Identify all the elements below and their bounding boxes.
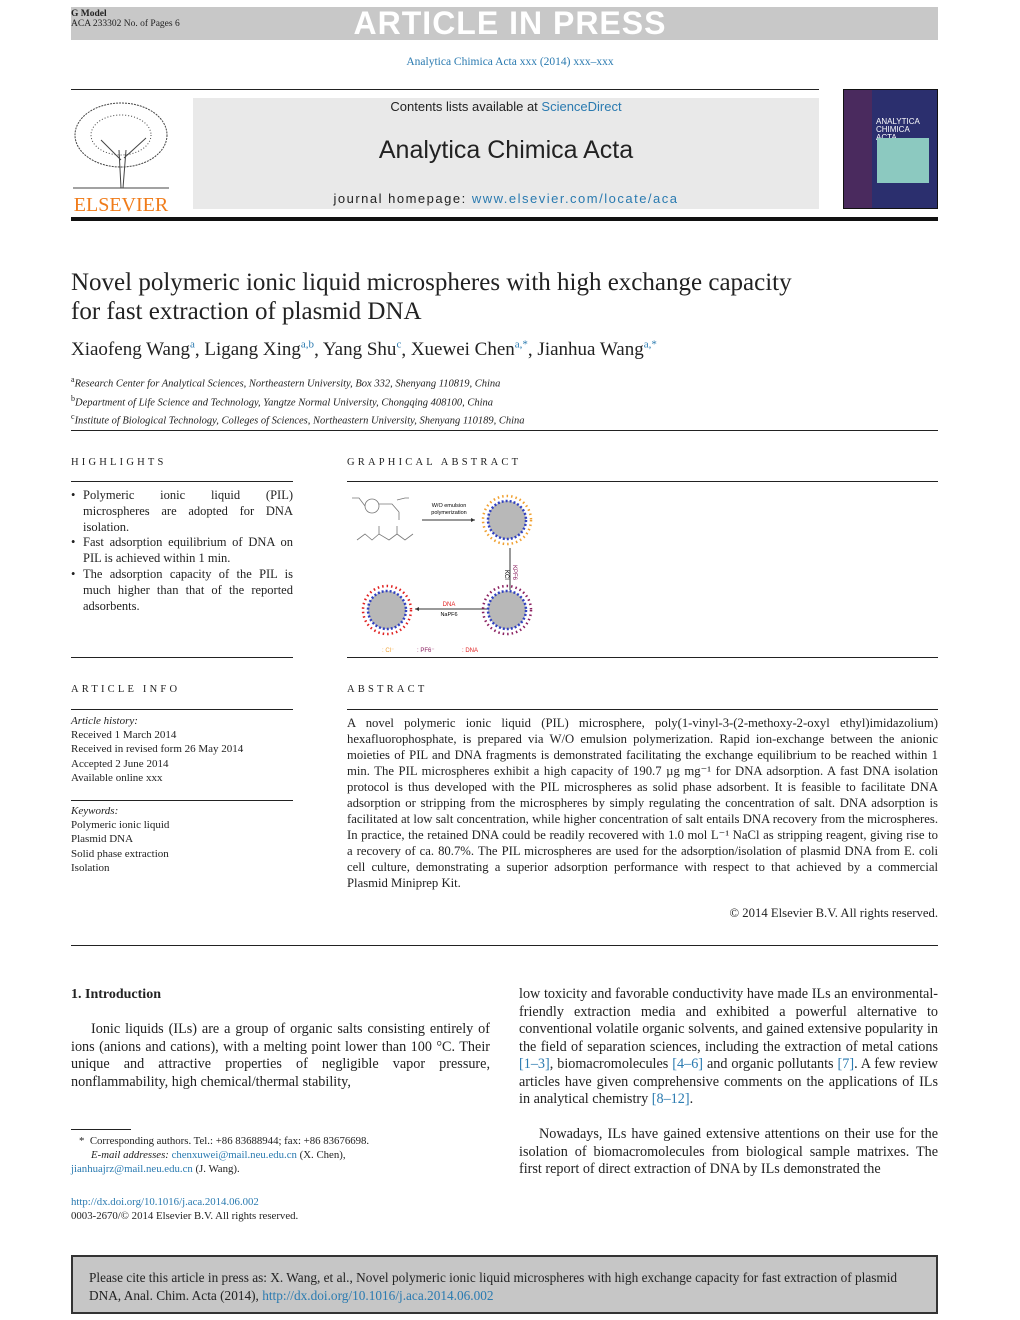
journal-name: Analytica Chimica Acta [378,136,634,164]
highlight-item: The adsorption capacity of the PIL is mu… [71,567,293,614]
reference-link[interactable]: [8–12] [652,1091,690,1107]
highlights-heading: HIGHLIGHTS [71,457,167,468]
abstract-text: A novel polymeric ionic liquid (PIL) mic… [347,716,938,890]
citation-doi-link[interactable]: http://dx.doi.org/10.1016/j.aca.2014.06.… [262,1288,493,1303]
author[interactable]: Xuewei Chena,* [411,339,528,360]
microsphere [486,499,528,541]
reference-link[interactable]: [1–3] [519,1056,550,1072]
keywords: Keywords: Polymeric ionic liquid Plasmid … [71,805,170,874]
author-list: Xiaofeng Wanga, Ligang Xinga,b, Yang Shu… [71,339,657,361]
contents-label: Contents lists available at [390,99,542,114]
author[interactable]: Xiaofeng Wanga [71,339,195,360]
author[interactable]: Ligang Xinga,b [204,339,314,360]
step3b-label: NaPF6 [440,612,457,618]
highlight-item: Fast adsorption equilibrium of DNA on PI… [71,535,293,567]
legend-pf6: : PF6⁻ [417,648,435,654]
intro-paragraph: Ionic liquids (ILs) are a group of organ… [71,1021,490,1090]
legend-dna: : DNA [462,648,478,654]
graphical-abstract-figure: W/O emulsion polymerization KCl KPF6 DNA… [352,494,533,654]
elsevier-logo: ELSEVIER [71,100,171,215]
article-history: Article history: Received 1 March 2014 Re… [71,715,244,784]
intro-paragraph-cont: low toxicity and favorable conductivity … [519,986,939,1107]
email-link[interactable]: jianhuajrz@mail.neu.edu.cn [71,1163,193,1175]
email-link[interactable]: chenxuwei@mail.neu.edu.cn [172,1149,297,1161]
microsphere [486,589,528,631]
highlight-item: Polymeric ionic liquid (PIL) microsphere… [71,488,293,535]
reference-link[interactable]: [4–6] [672,1056,703,1072]
author[interactable]: Yang Shuc [323,339,401,360]
step2b-label: KPF6 [511,565,517,581]
step1-label: W/O emulsion [432,503,467,509]
homepage-link[interactable]: www.elsevier.com/locate/aca [472,191,679,206]
elsevier-wordmark: ELSEVIER [73,194,169,216]
author[interactable]: Jianhua Wanga,* [537,339,656,360]
citation-box: Please cite this article in press as: X.… [71,1255,938,1314]
copyright: © 2014 Elsevier B.V. All rights reserved… [729,906,939,920]
sciencedirect-link[interactable]: ScienceDirect [541,99,621,114]
issn: 0003-2670/© 2014 Elsevier B.V. All right… [71,1210,299,1222]
journal-cover: ANALYTICA CHIMICA ACTA [843,89,938,209]
graphical-abstract-heading: GRAPHICAL ABSTRACT [347,457,522,468]
step1b-label: polymerization [431,510,466,516]
journal-banner: Contents lists available at ScienceDirec… [193,98,819,209]
step2a-label: KCl [503,570,509,580]
journal-reference[interactable]: Analytica Chimica Acta xxx (2014) xxx–xx… [0,56,1020,68]
footnote: * Corresponding authors. Tel.: +86 83688… [71,1135,370,1175]
doi-block: http://dx.doi.org/10.1016/j.aca.2014.06.… [71,1195,298,1223]
section-heading: 1. Introduction [71,987,161,1002]
reference-link[interactable]: [7] [838,1056,855,1072]
legend-cl: : Cl⁻ [382,648,394,654]
microsphere [366,589,408,631]
article-title: Novel polymeric ionic liquid microsphere… [71,269,792,325]
homepage-label: journal homepage: [333,191,472,206]
affiliations: aResearch Center for Analytical Sciences… [71,375,525,427]
highlights-list: Polymeric ionic liquid (PIL) microsphere… [71,488,293,614]
doi-link[interactable]: http://dx.doi.org/10.1016/j.aca.2014.06.… [71,1196,259,1208]
abstract-heading: ABSTRACT [347,684,428,695]
intro-paragraph-2: Nowadays, ILs have gained extensive atte… [519,1126,938,1177]
article-info-heading: ARTICLE INFO [71,684,181,695]
article-in-press-banner: ARTICLE IN PRESS [353,5,667,41]
step3a-label: DNA [443,602,456,608]
